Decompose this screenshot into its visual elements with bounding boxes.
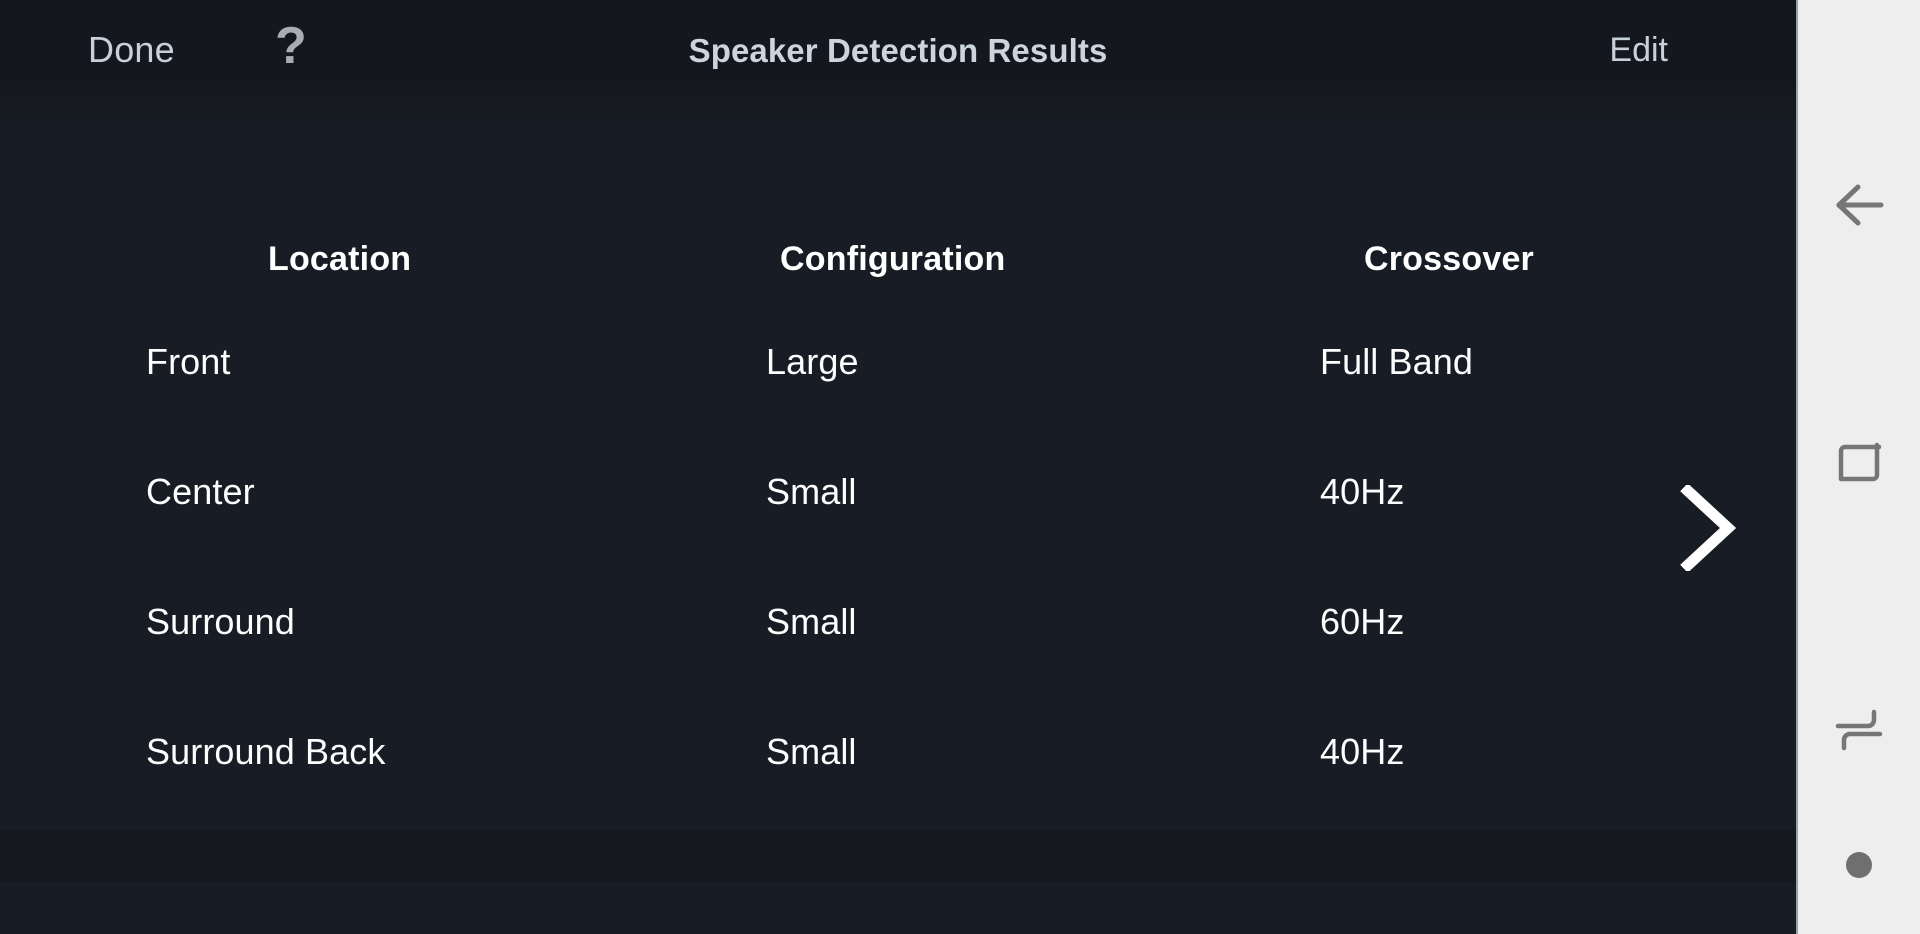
table-row[interactable]: Front Large Full Band bbox=[0, 297, 1796, 427]
bottom-band bbox=[0, 830, 1796, 882]
cell-location: Center bbox=[146, 471, 255, 513]
recent-apps-button[interactable] bbox=[1798, 420, 1920, 510]
next-page-button[interactable] bbox=[1680, 485, 1736, 571]
recents-square-icon bbox=[1835, 441, 1883, 489]
cell-location: Surround Back bbox=[146, 731, 385, 773]
column-header-crossover: Crossover bbox=[1364, 240, 1534, 279]
page-title: Speaker Detection Results bbox=[0, 34, 1796, 67]
table-row[interactable]: Center Small 40Hz bbox=[0, 427, 1796, 557]
split-screen-icon bbox=[1834, 707, 1884, 753]
column-header-location: Location bbox=[268, 240, 411, 279]
cell-configuration: Large bbox=[766, 341, 859, 383]
back-button[interactable] bbox=[1798, 160, 1920, 250]
cell-location: Surround bbox=[146, 601, 295, 643]
edit-button[interactable]: Edit bbox=[1609, 33, 1668, 67]
cell-configuration: Small bbox=[766, 731, 857, 773]
cell-crossover: 60Hz bbox=[1320, 601, 1404, 643]
back-arrow-icon bbox=[1831, 182, 1887, 228]
cell-crossover: Full Band bbox=[1320, 341, 1473, 383]
navigation-bar: Done ? Speaker Detection Results Edit bbox=[0, 0, 1796, 122]
cell-configuration: Small bbox=[766, 471, 857, 513]
cell-configuration: Small bbox=[766, 601, 857, 643]
table-row[interactable]: Surround Small 60Hz bbox=[0, 557, 1796, 687]
cell-location: Front bbox=[146, 341, 231, 383]
cell-crossover: 40Hz bbox=[1320, 731, 1404, 773]
chevron-right-icon bbox=[1680, 485, 1736, 571]
column-header-configuration: Configuration bbox=[780, 240, 1005, 279]
cell-crossover: 40Hz bbox=[1320, 471, 1404, 513]
speaker-results-table: Location Configuration Crossover Front L… bbox=[0, 122, 1796, 817]
split-screen-button[interactable] bbox=[1798, 685, 1920, 775]
table-header-row: Location Configuration Crossover bbox=[0, 122, 1796, 297]
home-button[interactable] bbox=[1798, 835, 1920, 895]
content-area: Location Configuration Crossover Front L… bbox=[0, 122, 1796, 882]
screen-root: Done ? Speaker Detection Results Edit Lo… bbox=[0, 0, 1920, 934]
table-row[interactable]: Surround Back Small 40Hz bbox=[0, 687, 1796, 817]
speaker-detection-panel: Done ? Speaker Detection Results Edit Lo… bbox=[0, 0, 1796, 934]
system-navigation-sidebar bbox=[1796, 0, 1920, 934]
home-dot-icon bbox=[1846, 852, 1872, 878]
